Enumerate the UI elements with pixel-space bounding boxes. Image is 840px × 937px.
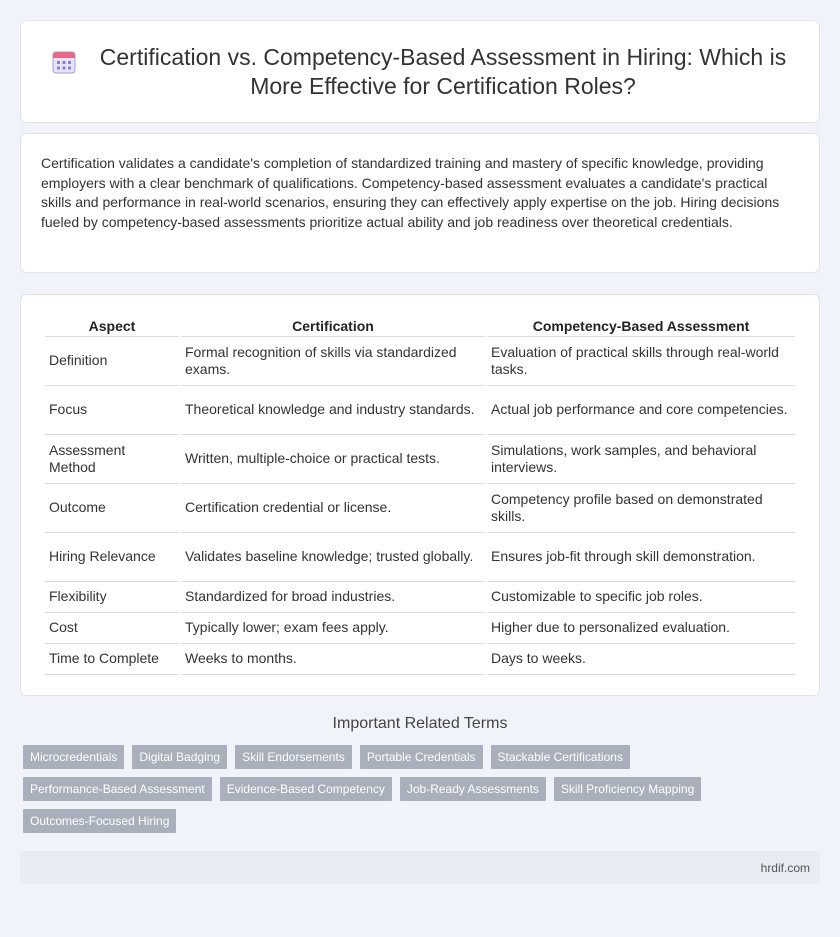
title-wrap: Certification vs. Competency-Based Asses… [51, 43, 789, 101]
related-terms-tags: Microcredentials Digital Badging Skill E… [23, 745, 820, 841]
table-header-row: Aspect Certification Competency-Based As… [45, 316, 795, 337]
row-certification: Written, multiple-choice or practical te… [181, 435, 485, 484]
row-aspect: Hiring Relevance [45, 533, 179, 582]
related-terms-title: Important Related Terms [332, 715, 508, 732]
tag-digital-badging[interactable]: Digital Badging [132, 745, 228, 769]
row-competency: Simulations, work samples, and behaviora… [487, 435, 795, 484]
table-row: Focus Theoretical knowledge and industry… [45, 386, 795, 435]
intro-text: Certification validates a candidate's co… [41, 155, 780, 230]
row-aspect: Cost [45, 613, 179, 644]
tag-outcomes-focused-hiring[interactable]: Outcomes-Focused Hiring [23, 809, 177, 833]
row-aspect: Time to Complete [45, 644, 179, 675]
table-row: Hiring Relevance Validates baseline know… [45, 533, 795, 582]
row-competency: Customizable to specific job roles. [487, 582, 795, 613]
row-certification: Standardized for broad industries. [181, 582, 485, 613]
row-certification: Validates baseline knowledge; trusted gl… [181, 533, 485, 582]
row-competency: Higher due to personalized evaluation. [487, 613, 795, 644]
row-competency: Actual job performance and core competen… [487, 386, 795, 435]
calendar-icon [52, 51, 76, 73]
row-competency: Competency profile based on demonstrated… [487, 484, 795, 533]
row-competency: Ensures job-fit through skill demonstrat… [487, 533, 795, 582]
header-aspect: Aspect [45, 316, 179, 337]
table-row: Flexibility Standardized for broad indus… [45, 582, 795, 613]
row-aspect: Assessment Method [45, 435, 179, 484]
tag-skill-endorsements[interactable]: Skill Endorsements [235, 745, 352, 769]
row-aspect: Flexibility [45, 582, 179, 613]
row-aspect: Focus [45, 386, 179, 435]
header-certification: Certification [181, 316, 485, 337]
table-row: Time to Complete Weeks to months. Days t… [45, 644, 795, 675]
table-row: Outcome Certification credential or lice… [45, 484, 795, 533]
tag-portable-credentials[interactable]: Portable Credentials [359, 745, 483, 769]
row-certification: Certification credential or license. [181, 484, 485, 533]
row-certification: Typically lower; exam fees apply. [181, 613, 485, 644]
footer: hrdif.com [20, 851, 820, 884]
comparison-table-card: Aspect Certification Competency-Based As… [20, 294, 820, 696]
intro-card: Certification validates a candidate's co… [20, 133, 820, 273]
footer-site-link[interactable]: hrdif.com [761, 861, 810, 875]
row-aspect: Definition [45, 337, 179, 386]
tag-stackable-certifications[interactable]: Stackable Certifications [490, 745, 630, 769]
row-certification: Weeks to months. [181, 644, 485, 675]
comparison-table: Aspect Certification Competency-Based As… [43, 316, 797, 675]
table-row: Definition Formal recognition of skills … [45, 337, 795, 386]
header-competency: Competency-Based Assessment [487, 316, 795, 337]
row-competency: Evaluation of practical skills through r… [487, 337, 795, 386]
tag-evidence-based-competency[interactable]: Evidence-Based Competency [219, 777, 392, 801]
tag-job-ready-assessments[interactable]: Job-Ready Assessments [399, 777, 546, 801]
tag-skill-proficiency-mapping[interactable]: Skill Proficiency Mapping [553, 777, 702, 801]
row-competency: Days to weeks. [487, 644, 795, 675]
page-title: Certification vs. Competency-Based Asses… [99, 43, 787, 99]
tag-microcredentials[interactable]: Microcredentials [23, 745, 125, 769]
row-certification: Theoretical knowledge and industry stand… [181, 386, 485, 435]
row-aspect: Outcome [45, 484, 179, 533]
row-certification: Formal recognition of skills via standar… [181, 337, 485, 386]
table-row: Assessment Method Written, multiple-choi… [45, 435, 795, 484]
table-row: Cost Typically lower; exam fees apply. H… [45, 613, 795, 644]
tag-performance-based-assessment[interactable]: Performance-Based Assessment [23, 777, 212, 801]
header-card: Certification vs. Competency-Based Asses… [20, 20, 820, 123]
